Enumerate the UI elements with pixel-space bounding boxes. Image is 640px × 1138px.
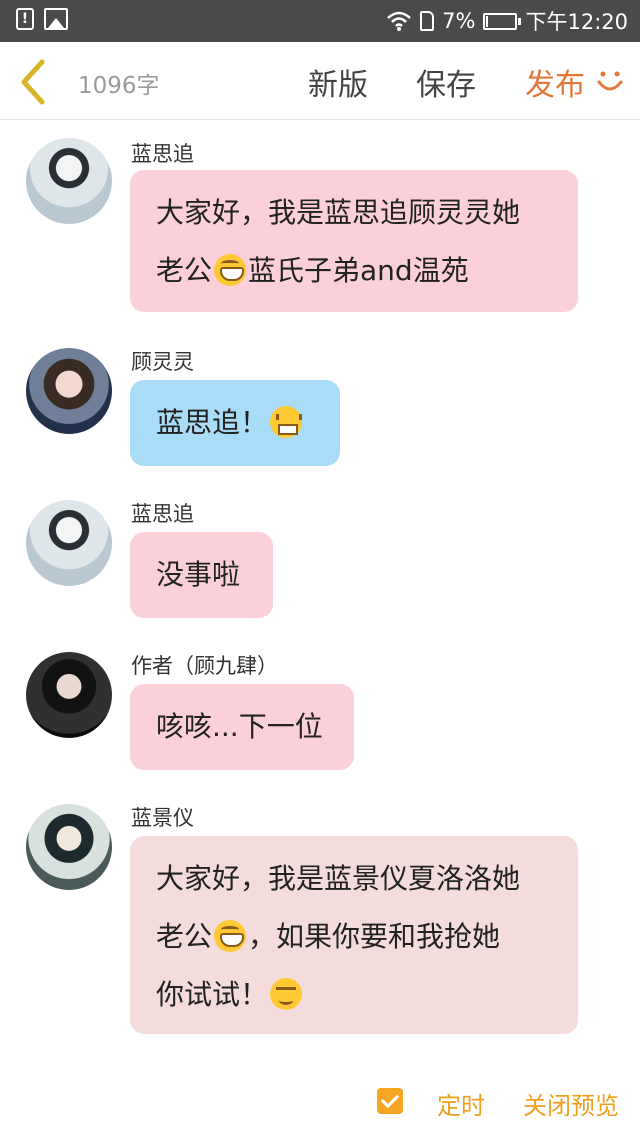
line-text: 你试试！ bbox=[156, 978, 269, 1011]
clock: 下午12:20 bbox=[525, 10, 628, 34]
angry-emoji-icon bbox=[270, 406, 303, 438]
smug-emoji-icon bbox=[270, 978, 303, 1010]
image-icon bbox=[44, 8, 68, 30]
message-bubble[interactable]: 咳咳...下一位 bbox=[130, 684, 354, 770]
avatar-gu-lingling[interactable] bbox=[26, 348, 112, 434]
timer-checkbox[interactable] bbox=[377, 1088, 403, 1114]
message-line: 你试试！ bbox=[156, 966, 552, 1024]
preview-bottom-bar: 定时 关闭预览 bbox=[0, 1072, 640, 1132]
line-text: 蓝氏子弟and温苑 bbox=[248, 254, 469, 287]
message-line: 老公 ，如果你要和我抢她 bbox=[156, 908, 552, 966]
line-text: 老公 bbox=[156, 254, 213, 287]
line-text: ，如果你要和我抢她 bbox=[248, 920, 501, 953]
message-bubble[interactable]: 大家好，我是蓝思追顾灵灵她 老公 蓝氏子弟and温苑 bbox=[130, 170, 578, 312]
alert-icon: ! bbox=[16, 8, 34, 30]
close-preview-button[interactable]: 关闭预览 bbox=[523, 1086, 619, 1121]
wifi-icon bbox=[386, 8, 412, 34]
battery-icon bbox=[483, 12, 522, 30]
author-name: 蓝景仪 bbox=[131, 806, 194, 830]
timer-label[interactable]: 定时 bbox=[437, 1086, 485, 1121]
message-line: 大家好，我是蓝景仪夏洛洛她 bbox=[156, 862, 521, 895]
status-bar: ! 7% 下午12:20 bbox=[0, 0, 640, 42]
message-line: 大家好，我是蓝思追顾灵灵她 bbox=[156, 196, 521, 229]
message-bubble[interactable]: 蓝思追！ bbox=[130, 380, 340, 466]
line-text: 老公 bbox=[156, 920, 213, 953]
author-name: 作者（顾九肆） bbox=[131, 654, 278, 678]
grin-emoji-icon bbox=[214, 254, 247, 286]
publish-button[interactable]: 发布 bbox=[525, 60, 585, 104]
smile-icon[interactable] bbox=[596, 68, 624, 96]
author-name: 蓝思追 bbox=[131, 502, 194, 526]
message-line: 没事啦 bbox=[156, 558, 241, 591]
author-name: 顾灵灵 bbox=[131, 350, 194, 374]
message-bubble[interactable]: 没事啦 bbox=[130, 532, 273, 618]
back-icon[interactable] bbox=[18, 58, 50, 106]
avatar-lan-sizhui[interactable] bbox=[26, 500, 112, 586]
save-button[interactable]: 保存 bbox=[416, 60, 476, 104]
author-name: 蓝思追 bbox=[131, 142, 194, 166]
sim-icon bbox=[420, 11, 435, 31]
message-line: 老公 蓝氏子弟and温苑 bbox=[156, 242, 552, 300]
word-count: 1096字 bbox=[78, 73, 160, 99]
new-version-button[interactable]: 新版 bbox=[308, 60, 368, 104]
battery-percent: 7% bbox=[442, 9, 476, 33]
avatar-lan-jingyi[interactable] bbox=[26, 804, 112, 890]
avatar-lan-sizhui[interactable] bbox=[26, 138, 112, 224]
message-bubble[interactable]: 大家好，我是蓝景仪夏洛洛她 老公 ，如果你要和我抢她 你试试！ bbox=[130, 836, 578, 1034]
avatar-author[interactable] bbox=[26, 652, 112, 738]
message-line: 蓝思追！ bbox=[156, 394, 314, 452]
message-line: 咳咳...下一位 bbox=[156, 710, 323, 743]
grin-emoji-icon bbox=[214, 920, 247, 952]
line-text: 蓝思追！ bbox=[156, 406, 269, 439]
editor-toolbar: 1096字 新版 保存 发布 bbox=[0, 42, 640, 120]
